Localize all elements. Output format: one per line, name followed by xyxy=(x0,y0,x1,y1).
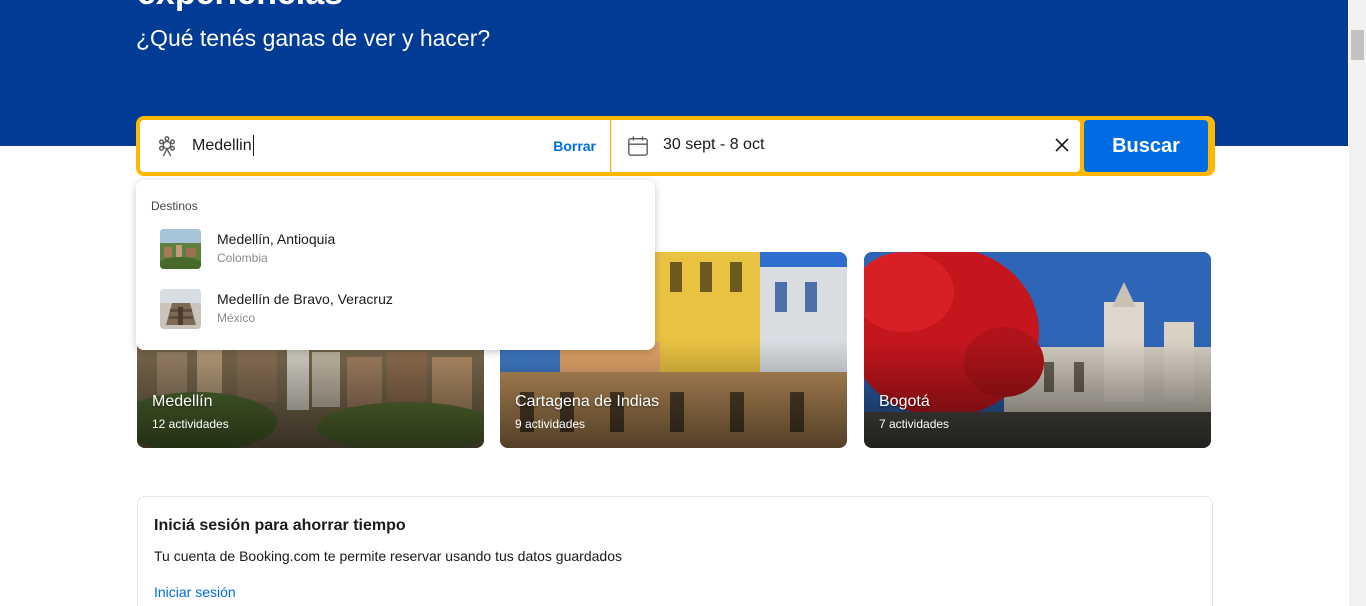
signin-description: Tu cuenta de Booking.com te permite rese… xyxy=(154,548,622,564)
destination-card-bogota[interactable]: Bogotá 7 actividades xyxy=(864,252,1211,448)
date-field[interactable]: 30 sept - 8 oct xyxy=(611,120,1080,172)
suggestion-subtitle: Colombia xyxy=(217,251,268,265)
destination-autocomplete: Destinos Medellín, Antioquia Colombia Me… xyxy=(136,180,655,350)
card-count: 7 actividades xyxy=(879,417,950,431)
signin-title: Iniciá sesión para ahorrar tiempo xyxy=(154,517,406,534)
clear-destination-button[interactable]: Borrar xyxy=(553,138,596,154)
search-button[interactable]: Buscar xyxy=(1084,120,1208,172)
suggestion-subtitle: México xyxy=(217,311,256,325)
calendar-icon xyxy=(628,136,648,156)
card-count: 12 actividades xyxy=(152,417,229,431)
scrollbar-thumb[interactable] xyxy=(1351,30,1364,60)
search-bar: Borrar 30 sept - 8 oct Buscar xyxy=(136,116,1215,176)
card-title: Medellín xyxy=(152,393,213,410)
hero-subtitle: ¿Qué tenés ganas de ver y hacer? xyxy=(136,25,491,51)
suggestion-item[interactable]: Medellín de Bravo, Veracruz México xyxy=(136,289,655,349)
destination-input[interactable] xyxy=(192,134,552,158)
close-icon[interactable] xyxy=(1054,137,1070,153)
suggestion-title: Medellín de Bravo, Veracruz xyxy=(217,291,393,307)
card-title: Bogotá xyxy=(879,393,930,410)
destination-field[interactable]: Borrar xyxy=(140,120,610,172)
dropdown-heading: Destinos xyxy=(151,199,198,213)
suggestion-item[interactable]: Medellín, Antioquia Colombia xyxy=(136,229,655,289)
attraction-icon xyxy=(158,136,176,157)
suggestion-title: Medellín, Antioquia xyxy=(217,231,336,247)
text-caret xyxy=(253,135,254,156)
date-range-text: 30 sept - 8 oct xyxy=(663,136,765,153)
signin-link[interactable]: Iniciar sesión xyxy=(154,584,236,600)
page-scrollbar[interactable] xyxy=(1349,0,1366,606)
hero-title: experiencias xyxy=(137,0,343,13)
suggestion-thumbnail xyxy=(160,229,201,269)
suggestion-thumbnail xyxy=(160,289,201,329)
card-count: 9 actividades xyxy=(515,417,586,431)
signin-card: Iniciá sesión para ahorrar tiempo Tu cue… xyxy=(137,496,1213,606)
page: experiencias ¿Qué tenés ganas de ver y h… xyxy=(0,0,1366,606)
card-title: Cartagena de Indias xyxy=(515,393,660,410)
